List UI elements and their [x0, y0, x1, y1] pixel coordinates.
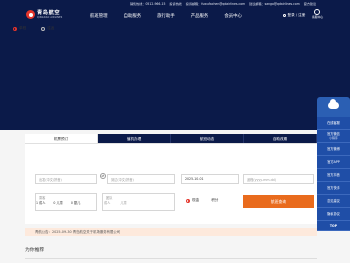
- sidebar-header: [317, 97, 350, 117]
- nav-travel-assistant[interactable]: 旅行助手: [157, 13, 175, 19]
- nav-flight-management[interactable]: 航班管理: [90, 13, 108, 19]
- sidebar-item-weibo[interactable]: 官方微博: [317, 143, 350, 156]
- sidebar-item-douyin[interactable]: 官方抖音: [317, 169, 350, 182]
- sidebar-item-wechat[interactable]: 官方微信 小程序: [317, 130, 350, 143]
- adult-count[interactable]: 1 成人: [36, 200, 45, 205]
- airline-logo[interactable]: 青岛航空 QINGDAO AIRLINES: [26, 10, 62, 19]
- top-info-bar: 销售热线：0512-966-15 投诉热线 投诉邮箱：fuwufachen@qd…: [130, 1, 322, 6]
- login-register-link[interactable]: 登录 / 注册: [283, 13, 305, 18]
- user-icon: [283, 13, 286, 17]
- sidebar-item-app[interactable]: 官方APP: [317, 156, 350, 169]
- suggestion-email[interactable]: 建议邮箱：sango@qdairlines.com: [249, 2, 300, 6]
- radio-points[interactable]: 积分: [211, 198, 218, 203]
- radio-one-way[interactable]: 单程: [13, 26, 26, 31]
- booking-tabs: 机票预订 值机办理 航班动态 自助改期: [25, 134, 317, 144]
- trip-type-group: 单程 往返: [13, 26, 69, 31]
- sidebar-item-feedback[interactable]: 意见建议: [317, 195, 350, 208]
- tab-self-reschedule[interactable]: 自助改期: [244, 134, 317, 143]
- radio-cash[interactable]: 现金: [186, 198, 199, 203]
- departure-date-input[interactable]: 2025-10-01: [181, 174, 239, 184]
- complaint-email[interactable]: 投诉邮箱：fuwufachen@qdairlines.com: [186, 2, 245, 6]
- main-nav: 航班管理 自助服务 旅行助手 产品服务 会员中心: [90, 13, 258, 19]
- return-date-input[interactable]: 返程(yyyy-mm-dd): [243, 174, 314, 184]
- payment-type-group: 现金 积分: [186, 198, 230, 203]
- infant-count[interactable]: 0 婴儿: [71, 200, 80, 205]
- logo-english-name: QINGDAO AIRLINES: [37, 16, 63, 19]
- tab-checkin[interactable]: 值机办理: [98, 134, 171, 143]
- sidebar-item-privacy[interactable]: 隐私协议: [317, 208, 350, 221]
- announcement-bar[interactable]: 青航公告：2025-09-30 青岛航空关于机场服务有限公司: [25, 228, 317, 236]
- recommend-heading: 为你推荐: [25, 248, 45, 253]
- radio-dot-icon: [41, 26, 46, 31]
- cloud-icon: [328, 99, 339, 109]
- sidebar-item-kuaishou[interactable]: 官方快手: [317, 182, 350, 195]
- floating-sidebar: 在线客服 官方微信 小程序 官方微博 官方APP 官方抖音 官方快手 意见建议 …: [317, 97, 350, 231]
- nav-member-center[interactable]: 会员中心: [224, 13, 242, 19]
- logo-mark-icon: [26, 10, 35, 19]
- radio-round-trip[interactable]: 往返: [41, 26, 54, 31]
- tab-flight-status[interactable]: 航班动态: [171, 134, 244, 143]
- passenger-counts: 1 成人 0 儿童 0 婴儿: [36, 200, 88, 205]
- arrival-input[interactable]: 到达(中文/拼音): [107, 174, 175, 184]
- group-child[interactable]: 儿童: [120, 200, 126, 205]
- section-divider: [25, 258, 317, 259]
- radio-dot-icon: [186, 198, 190, 203]
- back-to-top-button[interactable]: TOP: [317, 221, 350, 231]
- group-counts: 成人 儿童: [104, 200, 137, 205]
- complaint-hotline[interactable]: 投诉热线: [169, 2, 181, 6]
- flight-search-button[interactable]: 航班查询: [243, 195, 314, 208]
- tab-ticket-booking[interactable]: 机票预订: [25, 134, 98, 143]
- nav-products[interactable]: 产品服务: [191, 13, 209, 19]
- official-suggestion[interactable]: 官方建议: [304, 2, 316, 6]
- nav-self-service[interactable]: 自助服务: [124, 13, 142, 19]
- service-center[interactable]: 客服中心: [312, 9, 324, 19]
- group-adult[interactable]: 成人: [104, 200, 110, 205]
- radio-dot-icon: [13, 26, 17, 31]
- sales-hotline: 销售热线：0512-966-15: [130, 2, 166, 6]
- child-count[interactable]: 0 儿童: [53, 200, 62, 205]
- sidebar-item-online-service[interactable]: 在线客服: [317, 117, 350, 130]
- departure-input[interactable]: 出发(中文/拼音): [35, 174, 97, 184]
- swap-cities-icon[interactable]: ⇄: [100, 173, 106, 179]
- service-center-label: 客服中心: [312, 15, 324, 19]
- site-header: 销售热线：0512-966-15 投诉热线 投诉邮箱：fuwufachen@qd…: [0, 0, 350, 130]
